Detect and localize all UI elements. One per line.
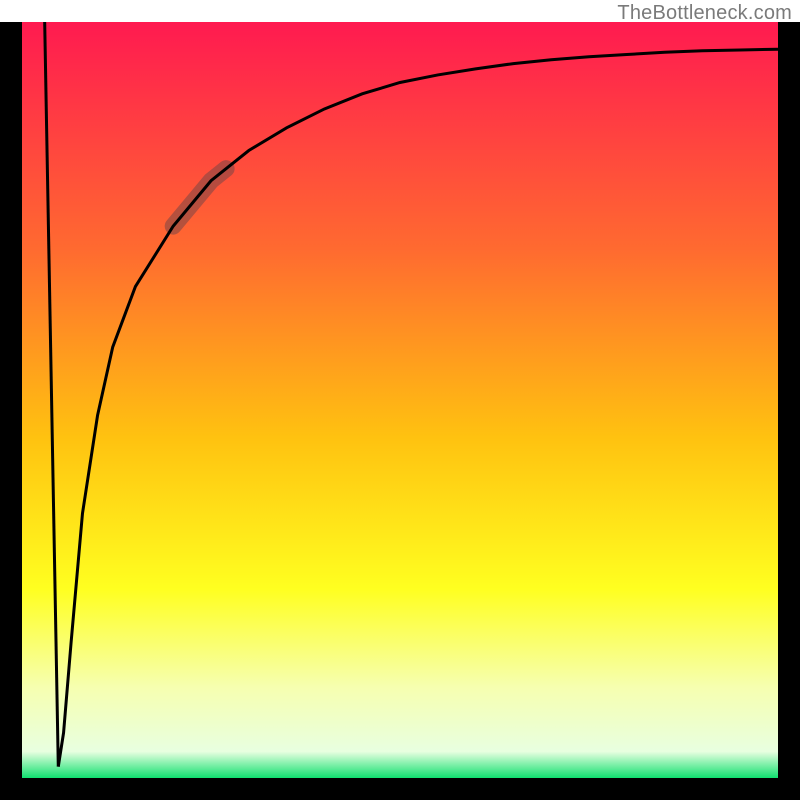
chart-container: TheBottleneck.com bbox=[0, 0, 800, 800]
watermark-text: TheBottleneck.com bbox=[617, 2, 792, 25]
plot-area bbox=[22, 22, 778, 778]
chart-svg bbox=[0, 0, 800, 800]
